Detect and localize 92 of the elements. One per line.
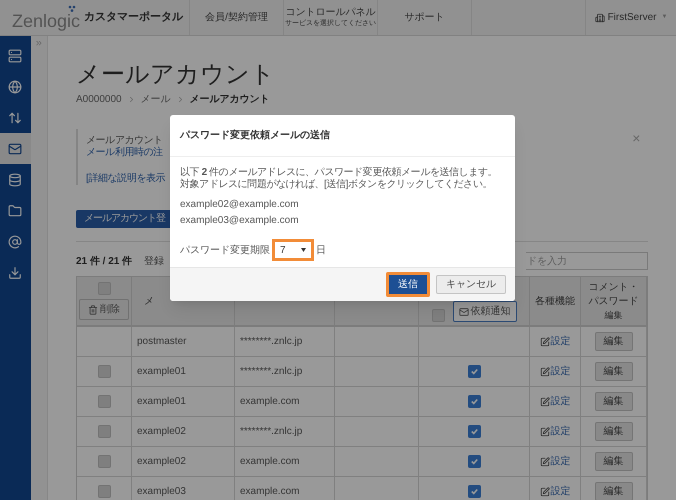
registered-label: 登録 (144, 254, 164, 268)
table-cell-text: example02 (137, 425, 186, 439)
page-title: メールアカウント (76, 60, 276, 90)
dropdown-icon (301, 248, 306, 252)
select-all-checkbox[interactable] (432, 309, 444, 322)
record-count: 21 件 / 21 件 (76, 254, 132, 268)
portal-title: カスタマーポータル (84, 10, 184, 26)
period-select[interactable]: 7 (272, 239, 314, 261)
breadcrumb-item[interactable]: A0000000 (76, 92, 122, 107)
breadcrumb-item[interactable]: メール (140, 92, 171, 107)
notify-checkbox[interactable] (468, 485, 480, 498)
globe-icon (8, 80, 22, 94)
edit-icon (540, 396, 550, 406)
mail-icon (8, 142, 22, 156)
table-cell-text: example.com (240, 395, 300, 409)
row-checkbox[interactable] (98, 425, 110, 438)
settings-link[interactable]: 設定 (540, 454, 570, 469)
notice-text: メール利用時の注 (86, 147, 163, 159)
download-icon (8, 266, 22, 280)
email-address: example03@example.com (180, 215, 300, 227)
select-all-checkbox[interactable] (98, 282, 110, 295)
notify-checkbox[interactable] (468, 455, 480, 468)
row-checkbox[interactable] (98, 485, 110, 498)
email-address: example02@example.com (180, 199, 300, 211)
edit-icon (540, 456, 550, 466)
table-cell-text: example01 (137, 395, 186, 409)
dialog-title: パスワード変更依頼メールの送信 (180, 128, 330, 143)
check-icon (470, 397, 478, 406)
settings-link[interactable]: 設定 (540, 334, 570, 349)
servers-icon (8, 48, 22, 62)
row-checkbox[interactable] (98, 395, 110, 408)
folder-icon (8, 204, 22, 218)
column-header: コメント・ (588, 281, 638, 295)
table-cell-text: example.com (240, 485, 300, 499)
edit-button[interactable]: 編集 (594, 422, 632, 441)
nav-item[interactable]: サポート (378, 0, 472, 35)
current-page-label: メールアカウント (190, 93, 270, 107)
delete-button[interactable]: 削除 (79, 299, 129, 320)
mail-icon (458, 306, 468, 316)
column-header: 編集 (604, 309, 622, 321)
logo[interactable]: Zenlogic (12, 4, 80, 30)
settings-link[interactable]: 設定 (540, 424, 570, 439)
table-cell-text: postmaster (137, 335, 186, 349)
row-checkbox[interactable] (98, 365, 110, 378)
notify-checkbox[interactable] (468, 395, 480, 408)
notify-checkbox[interactable] (468, 425, 480, 438)
notice-title: メールアカウント (86, 135, 163, 146)
search-field[interactable]: ドを入力 (526, 252, 648, 270)
at-icon (8, 234, 22, 248)
settings-link[interactable]: 設定 (540, 394, 570, 409)
table-cell-text: ********.znlc.jp (240, 425, 302, 439)
details-link[interactable]: [詳細な説明を表示 (86, 173, 166, 185)
table-cell-text: example03 (137, 485, 186, 499)
table-cell-text: ********.znlc.jp (240, 335, 302, 349)
transfer-icon (8, 110, 22, 124)
edit-button[interactable]: 編集 (594, 332, 632, 351)
notify-button[interactable]: 依頼通知 (452, 301, 516, 322)
settings-link[interactable]: 設定 (540, 484, 570, 499)
dialog-message: 以下 2 件のメールアドレスに、パスワード変更依頼メールを送信します。 (180, 167, 498, 178)
edit-icon (540, 336, 550, 346)
nav-item[interactable]: 会員/契約管理 (190, 0, 284, 35)
column-header: パスワード (588, 295, 638, 309)
edit-button[interactable]: 編集 (594, 392, 632, 411)
table-cell-text: example02 (137, 455, 186, 469)
check-icon (470, 367, 478, 376)
check-icon (470, 427, 478, 436)
check-icon (470, 487, 478, 496)
column-header: メ (144, 294, 154, 308)
database-icon (8, 172, 22, 186)
building-icon (594, 12, 605, 22)
unit-label: 日 (316, 244, 326, 258)
edit-icon (540, 366, 550, 376)
table-cell-text: example.com (240, 455, 300, 469)
edit-button[interactable]: 編集 (594, 362, 632, 381)
edit-icon (540, 426, 550, 436)
send-button[interactable]: 送信 (386, 272, 430, 297)
trash-icon (88, 304, 98, 314)
sidebar-item[interactable] (0, 133, 31, 164)
table-cell-text: example01 (137, 365, 186, 379)
register-button[interactable]: メールアカウント登 (76, 210, 173, 228)
cancel-button[interactable]: キャンセル (436, 275, 506, 294)
notify-checkbox[interactable] (468, 365, 480, 378)
dialog-message: 対象アドレスに問題がなければ、[送信]ボタンをクリックしてください。 (180, 179, 493, 191)
row-checkbox[interactable] (98, 455, 110, 468)
table-cell-text: ********.znlc.jp (240, 365, 302, 379)
column-header: 各種機能 (535, 294, 575, 308)
settings-link[interactable]: 設定 (540, 364, 570, 379)
check-icon (470, 457, 478, 466)
field-label: パスワード変更期限 (180, 244, 270, 258)
edit-button[interactable]: 編集 (594, 452, 632, 471)
edit-icon (540, 486, 550, 496)
edit-button[interactable]: 編集 (594, 482, 632, 500)
